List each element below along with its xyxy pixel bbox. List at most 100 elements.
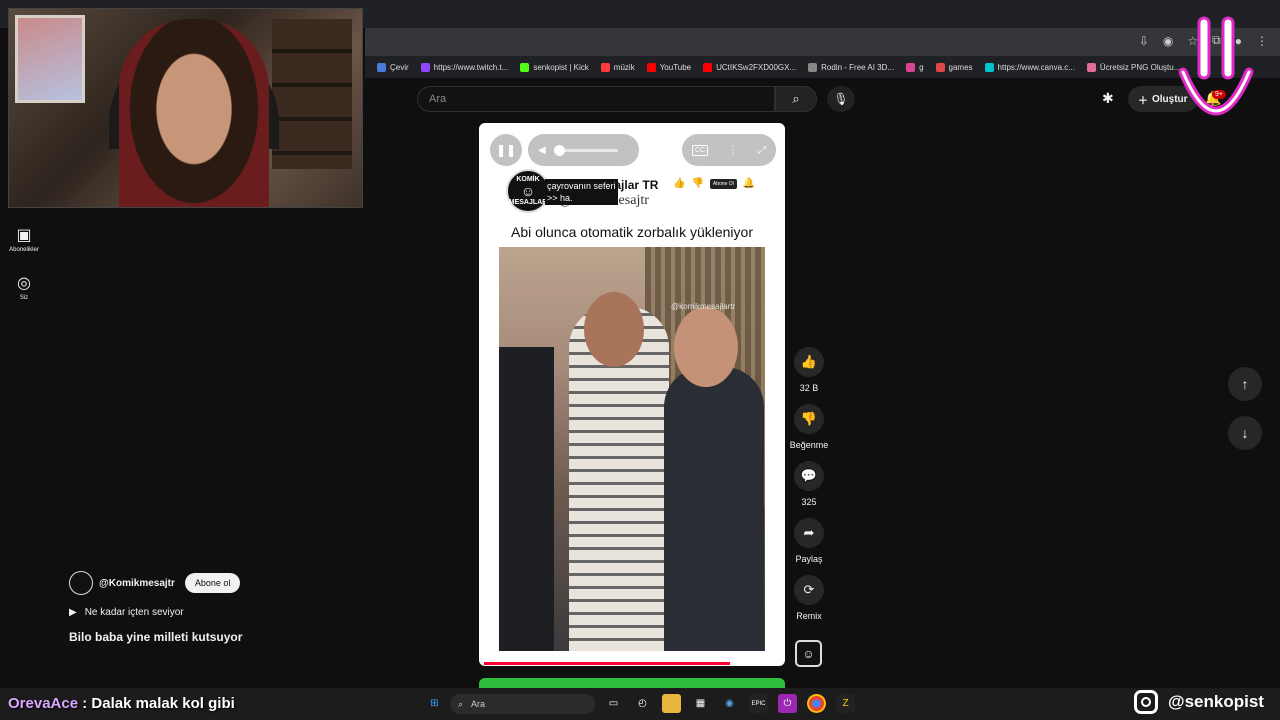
- steam-icon[interactable]: ◉: [720, 694, 739, 713]
- bookmark-label: https://www.twitch.t...: [433, 62, 509, 72]
- pause-button[interactable]: ❚❚: [490, 134, 522, 166]
- windows-start-icon[interactable]: ⊞: [425, 694, 444, 713]
- chrome-icon[interactable]: [807, 694, 826, 713]
- clock-app-icon[interactable]: ◴: [633, 694, 652, 713]
- comments-icon[interactable]: 💬: [794, 461, 824, 491]
- progress-bar[interactable]: [484, 662, 730, 665]
- comments-action[interactable]: 💬 325: [794, 461, 824, 508]
- wall-poster: [15, 15, 85, 103]
- arrow-down-icon: ↓: [1241, 425, 1249, 441]
- app-purple-icon[interactable]: ⏻: [778, 694, 797, 713]
- next-channel-handle[interactable]: @Komikmesajtr: [99, 578, 175, 589]
- video-boy-jacket: [664, 367, 764, 651]
- bookmark-item[interactable]: g: [906, 62, 924, 72]
- smiley-icon: ☺: [802, 646, 815, 661]
- plus-icon: ＋: [1138, 95, 1148, 107]
- bookmark-favicon-icon: [600, 62, 610, 72]
- next-short-title[interactable]: Bilo baba yine milleti kutsuyor: [69, 630, 369, 644]
- streamer: [119, 19, 269, 207]
- volume-icon: ◀: [538, 144, 546, 156]
- subscribe-button[interactable]: Abone Ol: [709, 178, 737, 189]
- video-person-left: [499, 347, 554, 651]
- bookmarks-bar: Çevir https://www.twitch.t... senkopist | …: [365, 56, 1280, 78]
- share-action[interactable]: ➦ Paylaş: [794, 518, 824, 565]
- next-subscribe-button[interactable]: Abone ol: [184, 573, 241, 593]
- chat-message: : Dalak malak kol gibi: [78, 695, 235, 712]
- bookmark-label: müzik: [613, 62, 635, 72]
- mic-button[interactable]: 🎙: [827, 86, 855, 112]
- thumbs-up-icon[interactable]: 👍: [673, 178, 685, 189]
- bookmark-label: UCtIKSw2FXD00GX...: [716, 62, 797, 72]
- sidebar: ▣ Abonelikler ◎ Siz: [0, 225, 48, 321]
- like-action[interactable]: 👍 32 B: [794, 347, 824, 394]
- chat-overlay: OrevaAce : Dalak malak kol gibi: [8, 695, 235, 712]
- bookmark-item[interactable]: senkopist | Kick: [520, 62, 589, 72]
- epic-games-icon[interactable]: EPIC: [749, 694, 768, 713]
- sidebar-item-subscriptions[interactable]: ▣ Abonelikler: [0, 225, 48, 253]
- short-player[interactable]: @komikmesajlartr ❚❚ ◀ CC ⋮ ⤢ KOMİK ☺ MES…: [479, 123, 785, 666]
- bookmark-favicon-icon: [906, 62, 916, 72]
- next-video-peek[interactable]: [479, 678, 785, 688]
- mic-icon: 🎙: [833, 92, 849, 106]
- thumbs-down-icon[interactable]: 👎: [691, 178, 703, 189]
- taskbar-search[interactable]: ⌕ Ara: [450, 694, 595, 714]
- remix-avatar[interactable]: ☺: [795, 640, 822, 667]
- remix-icon[interactable]: ⟳: [794, 575, 824, 605]
- menu-icon[interactable]: ⋮: [1256, 34, 1268, 48]
- bookmark-item[interactable]: games: [935, 62, 973, 72]
- video-watermark: @komikmesajlartr: [671, 302, 736, 311]
- bookmark-label: Ücretsiz PNG Oluştu...: [1099, 62, 1181, 72]
- search-input[interactable]: Ara: [417, 86, 775, 112]
- like-label: 32 B: [799, 383, 819, 393]
- task-view-icon[interactable]: ▭: [604, 694, 623, 713]
- shelf: [272, 19, 352, 169]
- chat-user: OrevaAce: [8, 695, 79, 712]
- channel-avatar[interactable]: KOMİK ☺ MESAJLAR: [506, 169, 550, 213]
- next-sound-row[interactable]: ▶ Ne kadar içten seviyor: [69, 607, 369, 618]
- volume-knob[interactable]: [553, 144, 565, 156]
- bookmark-label: g: [919, 62, 924, 72]
- bookmark-item[interactable]: müzik: [600, 62, 635, 72]
- share-icon[interactable]: ➦: [794, 518, 824, 548]
- dislike-action[interactable]: 👎 Beğenme: [790, 404, 828, 451]
- search-icon: ⌕: [792, 91, 800, 106]
- taskbar-icons: ⊞: [425, 694, 444, 713]
- bell-icon[interactable]: 🔔: [743, 178, 755, 189]
- bookmark-favicon-icon: [1086, 62, 1096, 72]
- dislike-icon[interactable]: 👎: [794, 404, 824, 434]
- bookmark-item[interactable]: UCtIKSw2FXD00GX...: [703, 62, 797, 72]
- store-icon[interactable]: ▦: [691, 694, 710, 713]
- more-icon[interactable]: ⋮: [728, 145, 738, 156]
- bookmark-label: YouTube: [659, 62, 692, 72]
- sparkle-icon[interactable]: ✱: [1102, 90, 1114, 107]
- file-explorer-icon[interactable]: [662, 694, 681, 713]
- video-frame[interactable]: @komikmesajlartr: [499, 247, 765, 651]
- sidebar-item-you[interactable]: ◎ Siz: [0, 273, 48, 301]
- search-button[interactable]: ⌕: [775, 86, 817, 112]
- previous-short-button[interactable]: ↑: [1228, 367, 1262, 401]
- bookmark-item[interactable]: Ücretsiz PNG Oluştu...: [1086, 62, 1181, 72]
- taskbar-apps: ▭ ◴ ▦ ◉ EPIC ⏻ Z: [604, 694, 855, 713]
- bookmark-favicon-icon: [984, 62, 994, 72]
- like-icon[interactable]: 👍: [794, 347, 824, 377]
- app-yellow-icon[interactable]: Z: [836, 694, 855, 713]
- fullscreen-icon[interactable]: ⤢: [758, 145, 766, 156]
- bookmark-label: https://www.canva.c...: [997, 62, 1075, 72]
- bookmark-favicon-icon: [808, 62, 818, 72]
- install-icon[interactable]: ⇩: [1139, 34, 1149, 48]
- bookmark-item[interactable]: Rodin - Free AI 3D...: [808, 62, 894, 72]
- tooltip-line: >> ha.: [547, 193, 573, 203]
- next-channel-avatar[interactable]: [69, 571, 93, 595]
- bookmark-item[interactable]: Çevir: [377, 62, 409, 72]
- eye-off-icon[interactable]: ◉: [1163, 34, 1173, 48]
- volume-slider[interactable]: [553, 144, 618, 156]
- bookmark-item[interactable]: https://www.canva.c...: [984, 62, 1075, 72]
- captions-button[interactable]: CC: [691, 144, 709, 156]
- bookmark-item[interactable]: YouTube: [646, 62, 692, 72]
- remix-action[interactable]: ⟳ Remix: [794, 575, 824, 622]
- volume-control[interactable]: ◀: [528, 134, 639, 166]
- bookmark-item[interactable]: https://www.twitch.t...: [420, 62, 509, 72]
- next-short-button[interactable]: ↓: [1228, 416, 1262, 450]
- taskbar-search-label: Ara: [471, 699, 486, 709]
- instagram-icon: [1134, 690, 1158, 714]
